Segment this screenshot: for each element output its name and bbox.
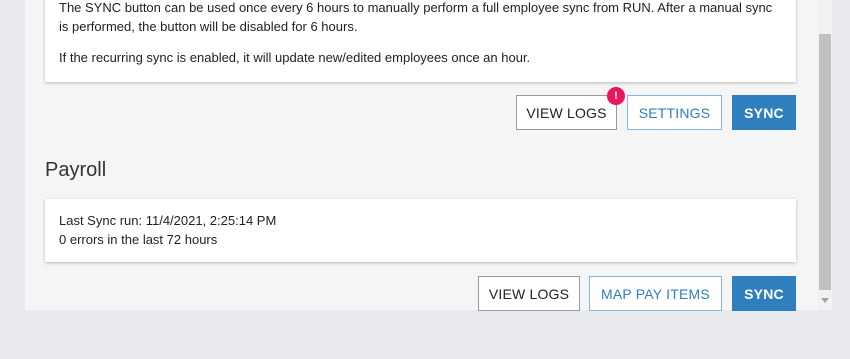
scrollbar-thumb[interactable] xyxy=(819,34,831,290)
employee-sync-button[interactable]: SYNC xyxy=(732,95,796,130)
payroll-sync-label: SYNC xyxy=(744,285,784,302)
vertical-scrollbar[interactable] xyxy=(818,0,832,310)
settings-button[interactable]: SETTINGS xyxy=(627,95,722,130)
payroll-view-logs-label: VIEW LOGS xyxy=(488,285,570,302)
payroll-view-logs-button[interactable]: VIEW LOGS xyxy=(478,276,580,311)
alert-badge: ! xyxy=(607,87,625,105)
payroll-sync-button[interactable]: SYNC xyxy=(732,276,796,311)
payroll-status-card: Last Sync run: 11/4/2021, 2:25:14 PM 0 e… xyxy=(45,199,796,262)
recurring-sync-info-text: If the recurring sync is enabled, it wil… xyxy=(59,50,531,65)
map-pay-items-label: MAP PAY ITEMS xyxy=(601,285,710,302)
scroll-down-arrow-icon[interactable] xyxy=(821,298,829,303)
payroll-last-sync-text: Last Sync run: 11/4/2021, 2:25:14 PM xyxy=(59,213,277,228)
map-pay-items-button[interactable]: MAP PAY ITEMS xyxy=(589,276,722,311)
employee-sync-label: SYNC xyxy=(744,104,784,121)
view-logs-label: VIEW LOGS xyxy=(526,104,607,121)
payroll-section-title: Payroll xyxy=(45,159,107,181)
settings-label: SETTINGS xyxy=(638,104,711,121)
sync-info-text: The SYNC button can be used once every 6… xyxy=(59,0,773,34)
employee-sync-info-card: The SYNC button can be used once every 6… xyxy=(45,0,796,82)
view-logs-button[interactable]: VIEW LOGS xyxy=(516,95,617,130)
payroll-errors-text: 0 errors in the last 72 hours xyxy=(59,232,218,247)
